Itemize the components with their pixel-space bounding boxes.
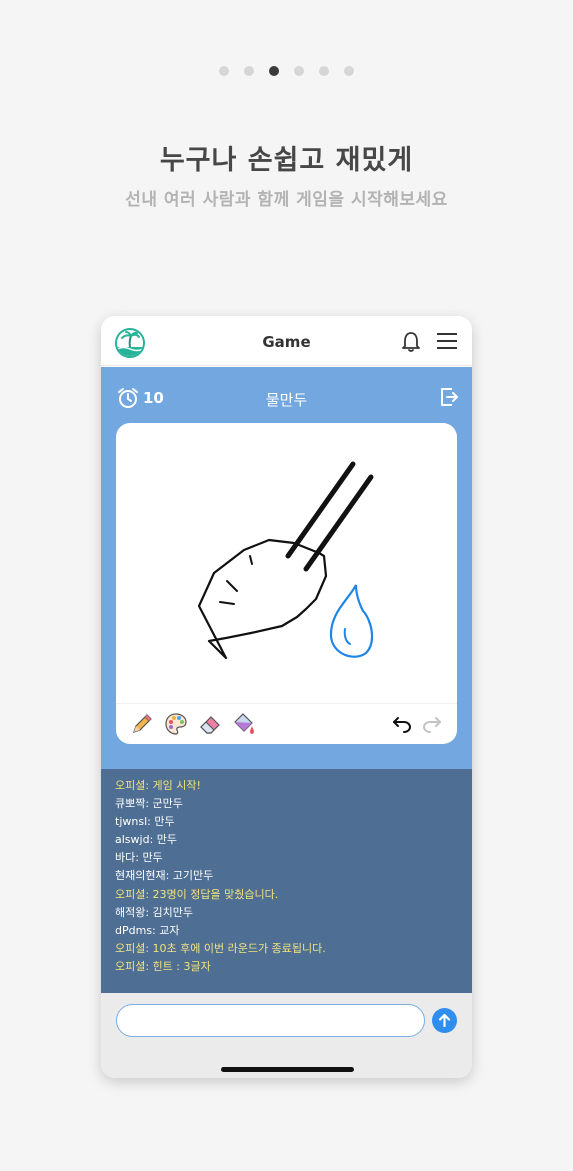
chat-message-system: 오피셜: 게임 시작! — [115, 779, 201, 792]
exit-icon[interactable] — [439, 386, 459, 408]
chat-message: 큐뽀짝: 군만두 — [115, 797, 183, 811]
drawing-toolbar — [116, 703, 457, 744]
send-button[interactable] — [432, 1008, 457, 1033]
chat-input[interactable] — [116, 1004, 425, 1037]
arrow-up-icon — [438, 1013, 451, 1028]
hamburger-menu-icon[interactable] — [437, 332, 457, 350]
paint-bucket-icon[interactable] — [232, 712, 256, 736]
eraser-icon[interactable] — [198, 712, 222, 736]
home-indicator — [221, 1067, 354, 1072]
chat-message: 해적왕: 김치만두 — [115, 905, 194, 919]
page-dot[interactable] — [219, 66, 229, 76]
app-bar: Game — [101, 316, 472, 366]
chat-message: 현재의현재: 고기만두 — [115, 869, 214, 883]
dumpling-drawing — [197, 461, 374, 660]
drawing-canvas[interactable] — [116, 423, 457, 744]
pencil-icon[interactable] — [130, 712, 154, 736]
chat-message-system: 오피셜: 10초 후에 이번 라운드가 종료됩니다. — [115, 941, 326, 955]
page-dot[interactable] — [294, 66, 304, 76]
headline: 누구나 손쉽고 재밌게 — [159, 145, 414, 176]
game-area: 10 물만두 — [101, 367, 472, 769]
chat-message: tjwnsl: 만두 — [115, 815, 175, 829]
chat-message: 바다: 만두 — [115, 851, 163, 865]
chat-message-system: 오피셜: 23명이 정답을 맞췄습니다. — [115, 887, 279, 901]
page-dot[interactable] — [344, 66, 354, 76]
chat-message: dPdms: 교자 — [115, 923, 180, 937]
page-dot[interactable] — [244, 66, 254, 76]
undo-icon[interactable] — [390, 712, 414, 736]
chat-message: alswjd: 만두 — [115, 833, 178, 847]
page-dot-active[interactable] — [269, 66, 279, 76]
phone-mockup: Game 10 물만두 오피셜: 게임 시작! 큐뽀짝: 군만두 tjwnsl:… — [101, 316, 472, 1078]
bell-icon[interactable] — [401, 331, 421, 353]
subline: 선내 여러 사람과 함께 게임을 시작해보세요 — [125, 190, 448, 210]
palette-icon[interactable] — [164, 712, 188, 736]
page-indicator — [0, 66, 573, 76]
redo-icon[interactable] — [420, 712, 444, 736]
answer-word: 물만두 — [265, 391, 308, 409]
chat-log: 오피셜: 게임 시작! 큐뽀짝: 군만두 tjwnsl: 만두 alswjd: … — [101, 769, 472, 993]
chat-message-system: 오피셜: 힌트 : 3글자 — [115, 959, 211, 973]
page-dot[interactable] — [319, 66, 329, 76]
chat-input-bar — [101, 993, 472, 1078]
